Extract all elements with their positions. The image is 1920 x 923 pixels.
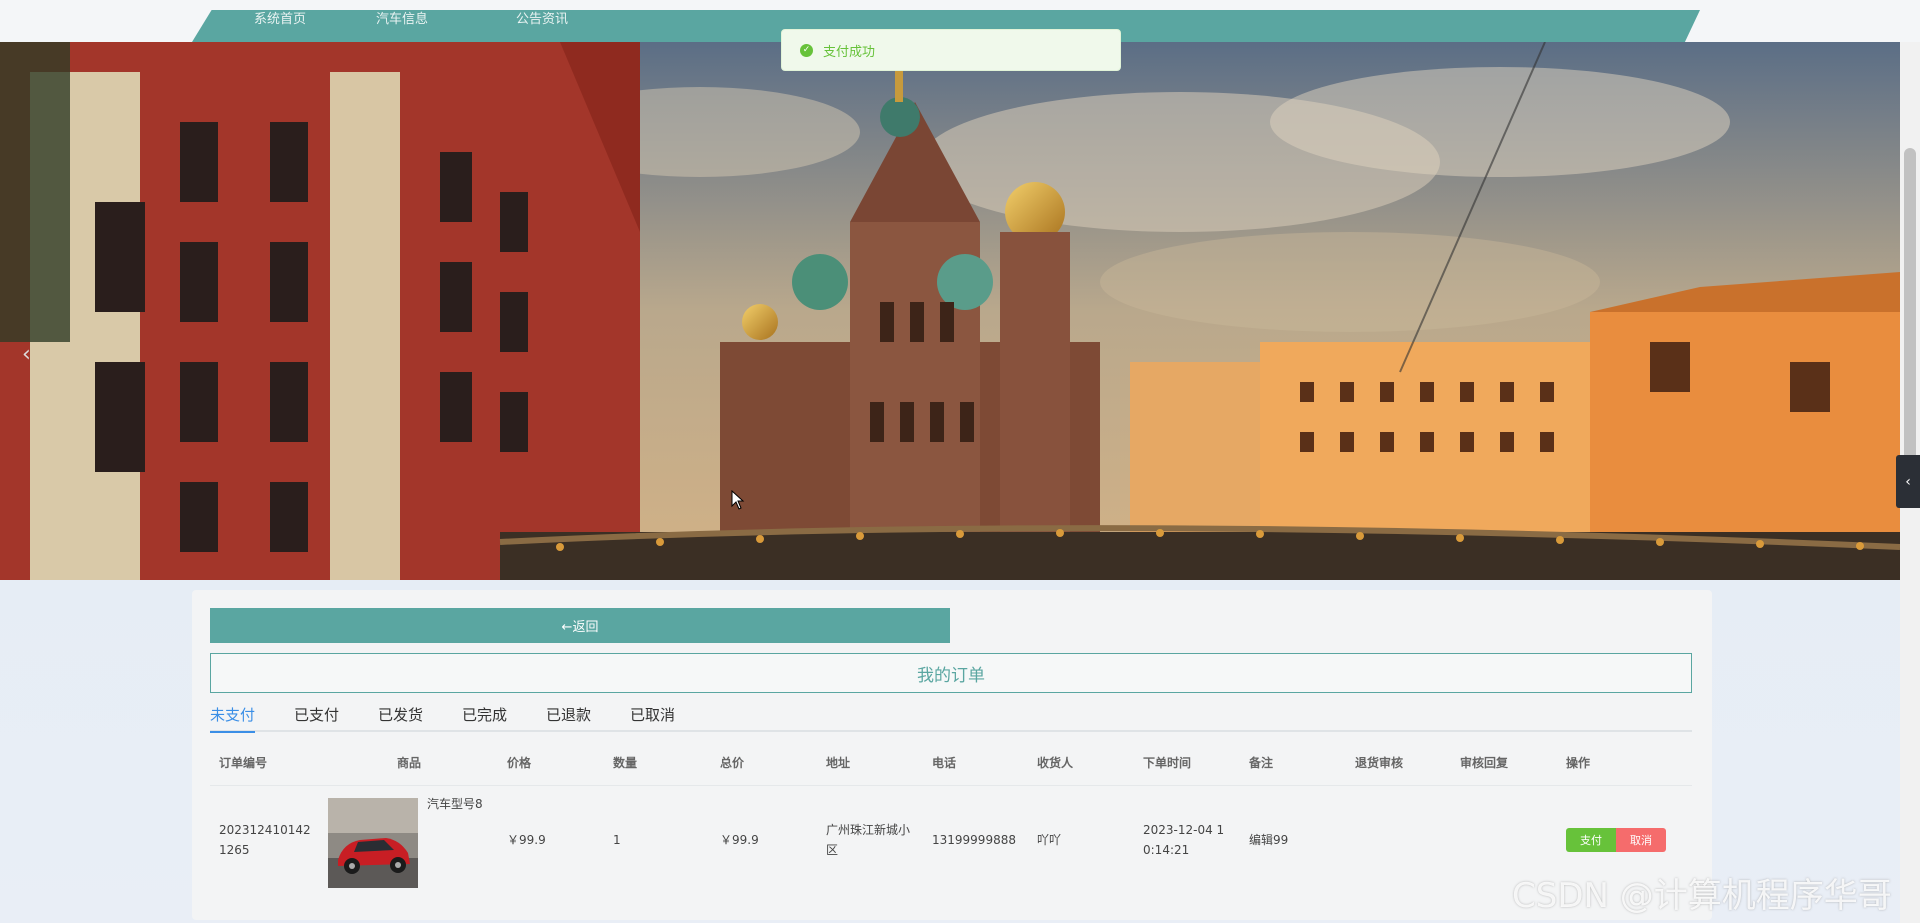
banner-image [0,42,1900,580]
chevron-left-icon: ‹ [1905,473,1911,490]
cancel-button[interactable]: 取消 [1616,828,1666,852]
order-number: 202312410142 1265 [219,820,311,860]
phone: 13199999888 [932,833,1016,847]
address-line: 广州珠江新城小 [826,823,911,837]
tab-refunded[interactable]: 已退款 [546,704,591,731]
column-header: 退货审核 [1355,756,1404,770]
column-header: 电话 [932,756,957,770]
side-drawer-handle[interactable]: ‹ [1896,455,1920,508]
address-line: 区 [826,843,839,857]
quantity: 1 [613,833,621,847]
column-header: 收货人 [1037,756,1074,770]
chevron-left-icon[interactable]: ‹ [22,342,31,367]
address: 广州珠江新城小 区 [826,820,910,860]
receiver: 吖吖 [1037,833,1062,847]
toast-message: 支付成功 [823,44,876,60]
column-header: 审核回复 [1460,756,1509,770]
nav-item-home[interactable]: 系统首页 [254,10,306,27]
column-header: 地址 [826,756,851,770]
banner-carousel: ‹ [0,42,1900,580]
scrollbar-thumb[interactable] [1904,148,1916,508]
tab-cancelled[interactable]: 已取消 [630,704,675,731]
column-header: 商品 [397,756,422,770]
mouse-cursor-icon [731,490,745,510]
product-image [328,798,418,888]
column-header: 总价 [720,756,745,770]
order-number-line: 202312410142 [219,823,311,837]
tab-completed[interactable]: 已完成 [462,704,507,731]
pay-button[interactable]: 支付 [1566,828,1616,852]
tab-paid[interactable]: 已支付 [294,704,339,731]
order-status-tabs: 未支付 已支付 已发货 已完成 已退款 已取消 [210,702,1692,733]
column-header: 备注 [1249,756,1274,770]
tab-shipped[interactable]: 已发货 [378,704,423,731]
column-header: 下单时间 [1143,756,1192,770]
total: ￥99.9 [720,833,759,847]
column-header: 价格 [507,756,532,770]
page-title-text: 我的订单 [917,665,985,686]
check-circle-icon: ✓ [800,43,813,57]
order-time-line: 0:14:21 [1143,843,1190,857]
column-header: 订单编号 [219,756,268,770]
table-divider [210,785,1692,786]
order-number-line: 1265 [219,843,250,857]
back-button[interactable]: ←返回 [210,608,950,643]
column-header: 操作 [1566,756,1591,770]
nav-item-cars[interactable]: 汽车信息 [376,10,428,27]
car-thumbnail [328,798,418,888]
column-header: 数量 [613,756,638,770]
success-toast: ✓ 支付成功 [781,29,1121,71]
orders-panel: ←返回 我的订单 未支付 已支付 已发货 已完成 已退款 已取消 订单编号 商品… [192,590,1712,920]
page-title: 我的订单 [210,653,1692,693]
note: 编辑99 [1249,833,1289,847]
order-time-line: 2023-12-04 1 [1143,823,1225,837]
watermark: CSDN @计算机程序华哥 [1512,876,1892,916]
order-time: 2023-12-04 1 0:14:21 [1143,820,1224,860]
product-name: 汽车型号8 [427,797,483,811]
nav-item-news[interactable]: 公告资讯 [516,10,568,27]
tab-unpaid[interactable]: 未支付 [210,704,256,733]
price: ￥99.9 [507,833,546,847]
